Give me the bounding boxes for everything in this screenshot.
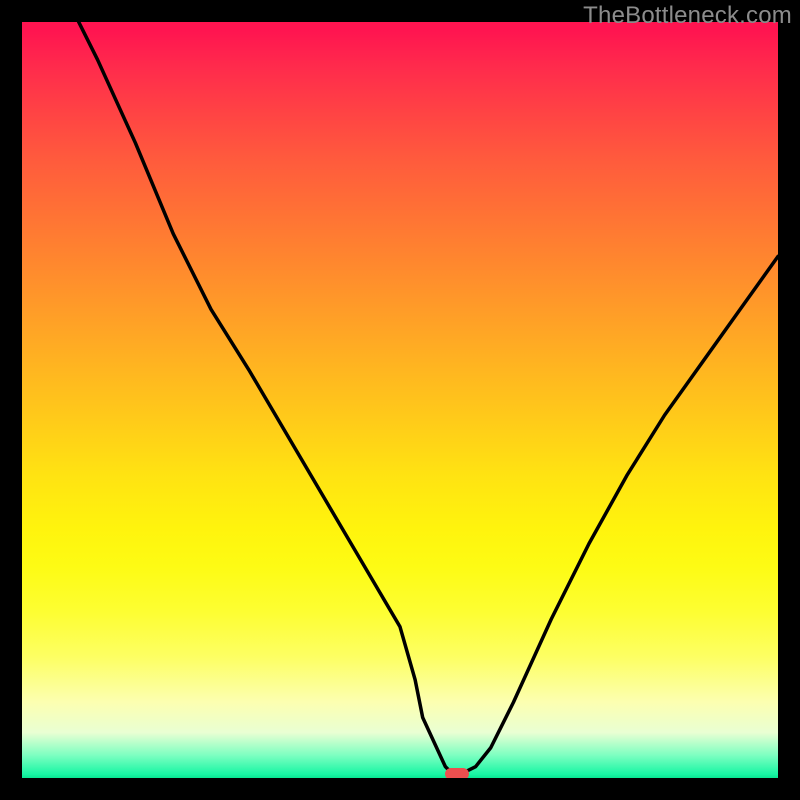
optimal-point-marker <box>445 768 469 778</box>
plot-area <box>22 22 778 778</box>
bottleneck-gradient-background <box>22 22 778 778</box>
chart-frame: TheBottleneck.com <box>0 0 800 800</box>
attribution-watermark: TheBottleneck.com <box>583 2 792 30</box>
